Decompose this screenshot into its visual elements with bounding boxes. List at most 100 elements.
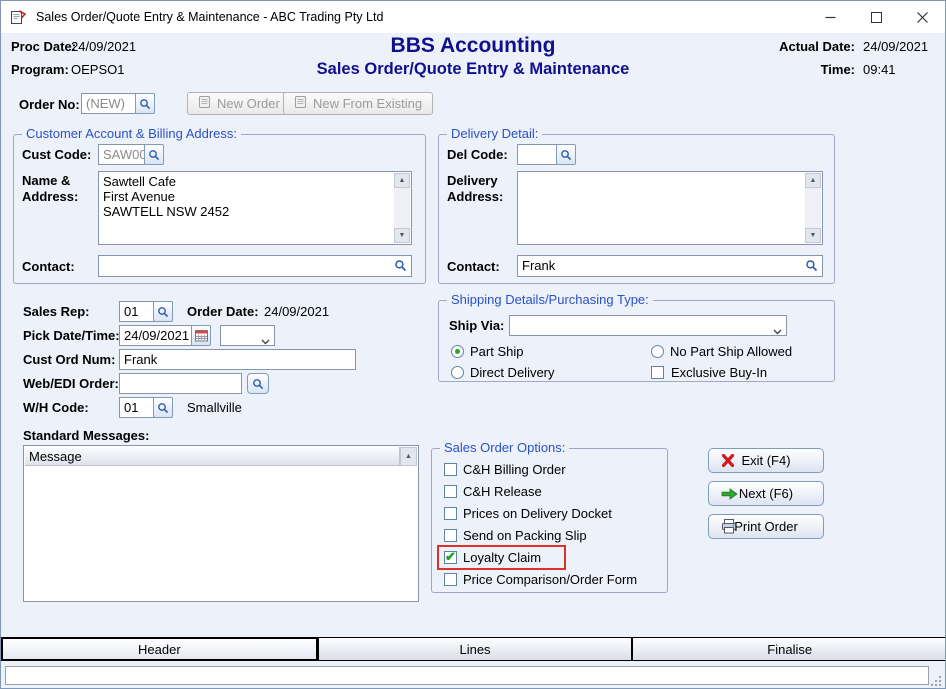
message-column-header[interactable]: Message bbox=[25, 447, 400, 466]
sales-rep-input[interactable]: 01 bbox=[119, 301, 154, 322]
chevron-down-icon bbox=[261, 333, 270, 348]
new-order-button[interactable]: New Order bbox=[187, 92, 291, 115]
tab-header[interactable]: Header bbox=[1, 637, 318, 661]
wh-code-label: W/H Code: bbox=[23, 400, 89, 415]
ch-billing-order-checkbox[interactable]: ✔ bbox=[444, 463, 457, 476]
actual-date-value: 24/09/2021 bbox=[863, 39, 928, 54]
cust-code-search-icon[interactable] bbox=[144, 144, 164, 165]
delivery-address-text bbox=[522, 174, 802, 242]
part-ship-radio[interactable] bbox=[451, 345, 464, 358]
cust-ord-num-input[interactable]: Frank bbox=[119, 349, 356, 370]
price-comparison-checkbox[interactable]: ✔ bbox=[444, 573, 457, 586]
prices-delivery-docket-label: Prices on Delivery Docket bbox=[463, 506, 612, 521]
billing-address-textarea[interactable]: Sawtell Cafe First Avenue SAWTELL NSW 24… bbox=[98, 171, 412, 245]
tab-header-label: Header bbox=[138, 642, 181, 657]
exit-button-label: Exit (F4) bbox=[741, 453, 790, 468]
cust-code-label: Cust Code: bbox=[22, 147, 91, 162]
delivery-group: Delivery Detail: Del Code: Delivery Addr… bbox=[438, 134, 835, 284]
app-window: Sales Order/Quote Entry & Maintenance - … bbox=[0, 0, 946, 689]
scroll-down-icon[interactable]: ▼ bbox=[805, 228, 821, 243]
del-code-search-icon[interactable] bbox=[556, 144, 576, 165]
tab-lines-label: Lines bbox=[459, 642, 490, 657]
shipping-group: Shipping Details/Purchasing Type: Ship V… bbox=[438, 300, 835, 382]
close-button[interactable] bbox=[899, 1, 945, 33]
window-controls bbox=[807, 1, 945, 33]
sales-rep-label: Sales Rep: bbox=[23, 304, 89, 319]
direct-delivery-radio[interactable] bbox=[451, 366, 464, 379]
order-no-label: Order No: bbox=[19, 97, 80, 112]
pick-date-input[interactable]: 24/09/2021 bbox=[119, 325, 192, 346]
ch-release-checkbox[interactable]: ✔ bbox=[444, 485, 457, 498]
maximize-button[interactable] bbox=[853, 1, 899, 33]
sales-order-options-title: Sales Order Options: bbox=[440, 440, 569, 455]
shipping-group-title: Shipping Details/Purchasing Type: bbox=[447, 292, 653, 307]
delivery-contact-label: Contact: bbox=[447, 259, 500, 274]
tab-finalise[interactable]: Finalise bbox=[632, 637, 946, 661]
printer-icon bbox=[721, 519, 737, 534]
resize-grip[interactable] bbox=[931, 675, 942, 689]
warehouse-name: Smallville bbox=[187, 400, 242, 415]
billing-address-scrollbar[interactable]: ▲ ▼ bbox=[394, 173, 410, 243]
loyalty-claim-highlight bbox=[437, 545, 566, 570]
customer-group-title: Customer Account & Billing Address: bbox=[22, 126, 241, 141]
new-from-existing-button[interactable]: New From Existing bbox=[283, 92, 433, 115]
send-packing-slip-label: Send on Packing Slip bbox=[463, 528, 587, 543]
pick-date-time-label: Pick Date/Time: bbox=[23, 328, 120, 343]
billing-contact-input[interactable] bbox=[98, 255, 412, 277]
minimize-button[interactable] bbox=[807, 1, 853, 33]
actual-date-label: Actual Date: bbox=[779, 39, 855, 54]
delivery-contact-search-icon[interactable] bbox=[805, 259, 818, 272]
tab-finalise-label: Finalise bbox=[767, 642, 812, 657]
sales-rep-search-icon[interactable] bbox=[153, 301, 173, 322]
billing-contact-label: Contact: bbox=[22, 259, 75, 274]
wh-code-search-icon[interactable] bbox=[153, 397, 173, 418]
web-edi-search-icon[interactable] bbox=[247, 373, 269, 394]
chevron-down-icon bbox=[773, 323, 782, 338]
direct-delivery-label: Direct Delivery bbox=[470, 365, 555, 380]
scroll-up-icon[interactable]: ▲ bbox=[400, 447, 417, 466]
next-button-label: Next (F6) bbox=[739, 486, 793, 501]
scroll-up-icon[interactable]: ▲ bbox=[805, 173, 821, 188]
scroll-down-icon[interactable]: ▼ bbox=[394, 228, 410, 243]
web-edi-order-input[interactable] bbox=[119, 373, 242, 394]
standard-messages-list[interactable]: Message ▲ bbox=[23, 445, 419, 602]
pick-time-dropdown[interactable] bbox=[220, 325, 275, 346]
prices-delivery-docket-checkbox[interactable]: ✔ bbox=[444, 507, 457, 520]
delivery-address-scrollbar[interactable]: ▲ ▼ bbox=[805, 173, 821, 243]
customer-group: Customer Account & Billing Address: Cust… bbox=[13, 134, 426, 284]
titlebar: Sales Order/Quote Entry & Maintenance - … bbox=[1, 1, 945, 33]
billing-contact-search-icon[interactable] bbox=[394, 259, 407, 272]
next-button[interactable]: Next (F6) bbox=[708, 481, 824, 506]
del-code-input[interactable] bbox=[517, 144, 557, 165]
delivery-group-title: Delivery Detail: bbox=[447, 126, 542, 141]
cust-code-input[interactable]: SAW001 bbox=[98, 144, 145, 165]
print-order-button[interactable]: Print Order bbox=[708, 514, 824, 539]
calendar-icon[interactable] bbox=[191, 325, 211, 346]
time-label: Time: bbox=[821, 62, 855, 77]
ch-billing-order-label: C&H Billing Order bbox=[463, 462, 566, 477]
order-no-search-icon[interactable] bbox=[135, 93, 155, 114]
sales-order-options-group: Sales Order Options: ✔ C&H Billing Order… bbox=[431, 448, 668, 593]
wh-code-input[interactable]: 01 bbox=[119, 397, 154, 418]
standard-messages-label: Standard Messages: bbox=[23, 428, 149, 443]
no-part-ship-label: No Part Ship Allowed bbox=[670, 344, 792, 359]
ship-via-dropdown[interactable] bbox=[509, 315, 787, 336]
no-part-ship-radio[interactable] bbox=[651, 345, 664, 358]
tab-lines[interactable]: Lines bbox=[318, 637, 633, 661]
del-code-label: Del Code: bbox=[447, 147, 508, 162]
new-from-existing-label: New From Existing bbox=[313, 96, 422, 111]
scroll-up-icon[interactable]: ▲ bbox=[394, 173, 410, 188]
price-comparison-label: Price Comparison/Order Form bbox=[463, 572, 637, 587]
new-order-label: New Order bbox=[217, 96, 280, 111]
window-title: Sales Order/Quote Entry & Maintenance - … bbox=[36, 10, 383, 24]
delivery-address-textarea[interactable]: ▲ ▼ bbox=[517, 171, 823, 245]
time-value: 09:41 bbox=[863, 62, 896, 77]
name-address-label: Name & Address: bbox=[22, 173, 84, 205]
send-packing-slip-checkbox[interactable]: ✔ bbox=[444, 529, 457, 542]
part-ship-label: Part Ship bbox=[470, 344, 523, 359]
delivery-contact-input[interactable]: Frank bbox=[517, 255, 823, 277]
exclusive-buyin-checkbox[interactable]: ✔ bbox=[651, 366, 664, 379]
order-no-input[interactable]: (NEW) bbox=[81, 93, 136, 114]
exit-button[interactable]: Exit (F4) bbox=[708, 448, 824, 473]
app-icon bbox=[10, 9, 27, 25]
